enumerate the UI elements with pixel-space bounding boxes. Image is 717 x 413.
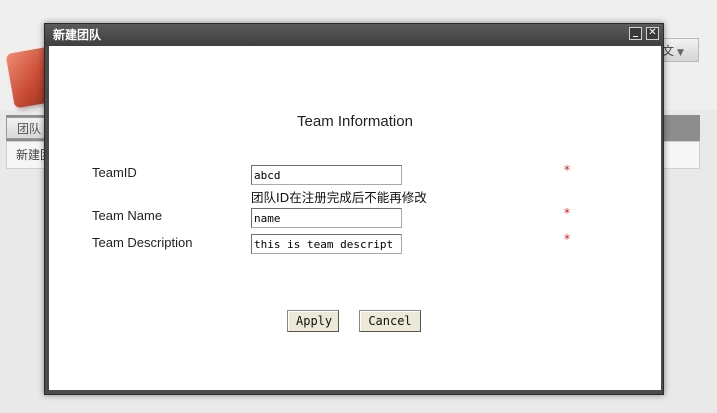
chevron-down-icon: ▼: [677, 48, 684, 58]
new-team-dialog: 新建团队 ✕ Team Information TeamID * 团队ID在注册…: [44, 23, 664, 395]
dialog-title: 新建团队: [53, 28, 102, 42]
dialog-body: Team Information TeamID * 团队ID在注册完成后不能再修…: [49, 46, 661, 390]
cancel-button[interactable]: Cancel: [359, 310, 421, 332]
team-name-label: Team Name: [92, 208, 163, 223]
team-name-input[interactable]: [251, 208, 402, 228]
team-id-required-marker: *: [564, 163, 570, 177]
tab-team-label: 团队: [17, 122, 42, 136]
team-description-required-marker: *: [564, 232, 570, 246]
minimize-icon[interactable]: [629, 27, 642, 40]
form-heading: Team Information: [297, 113, 413, 130]
apply-button[interactable]: Apply: [287, 310, 339, 332]
team-description-input[interactable]: [251, 234, 402, 254]
close-icon[interactable]: ✕: [646, 27, 659, 40]
dialog-titlebar[interactable]: 新建团队 ✕: [45, 24, 663, 46]
team-id-label: TeamID: [92, 165, 137, 180]
team-description-label: Team Description: [92, 235, 193, 250]
team-id-hint: 团队ID在注册完成后不能再修改: [251, 190, 427, 205]
team-id-input[interactable]: [251, 165, 402, 185]
team-name-required-marker: *: [564, 206, 570, 220]
